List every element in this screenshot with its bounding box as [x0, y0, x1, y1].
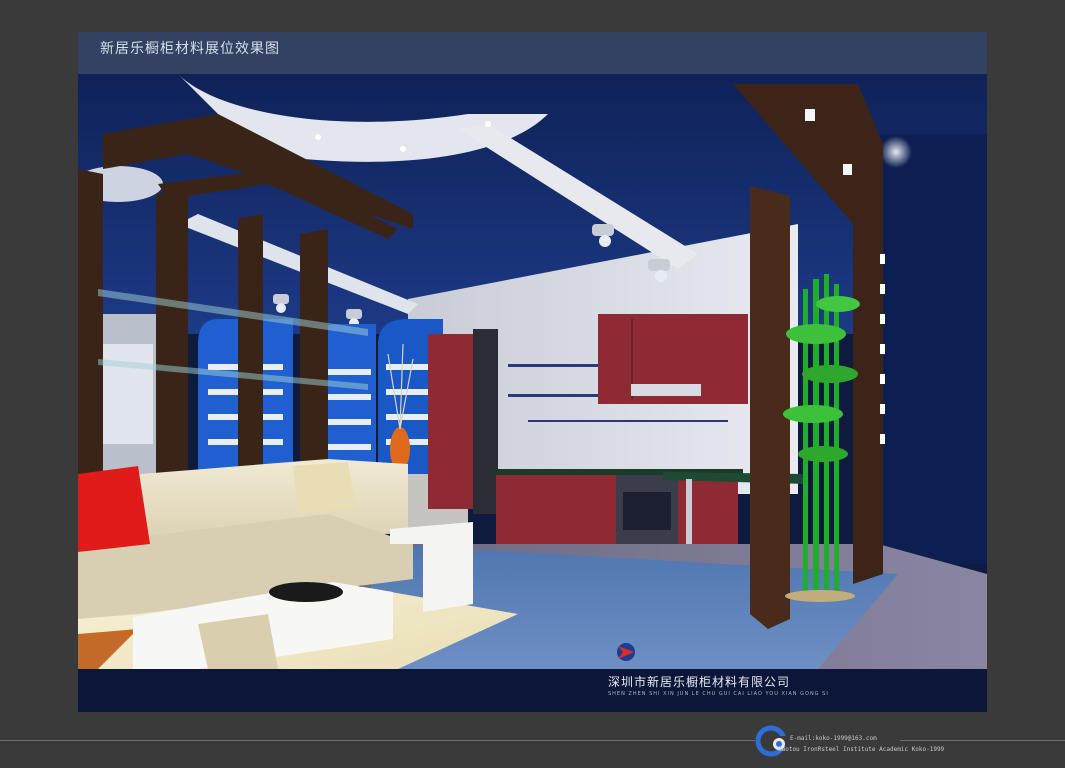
- tall-red-cabinet: [428, 334, 473, 509]
- downlight: [485, 121, 491, 127]
- fridge-column: [473, 329, 498, 514]
- booth-render-scene: [78, 74, 987, 669]
- wall-light: [843, 164, 852, 175]
- range-hood: [631, 384, 701, 396]
- footer-email: E-mail:koko-1999@163.com: [790, 735, 877, 742]
- wooden-column: [750, 186, 790, 629]
- company-band: 深圳市新居乐橱柜材料有限公司 SHEN ZHEN SHI XIN JUN LE …: [78, 669, 987, 712]
- title-band: 新居乐橱柜材料展位效果图: [78, 32, 987, 74]
- render-frame: 新居乐橱柜材料展位效果图 深圳市新居乐橱柜材料有限公司 SHEN ZHEN SH…: [78, 32, 987, 712]
- footer-divider-left: [0, 740, 755, 741]
- lens-flare: [880, 136, 912, 168]
- planter-pebbles: [785, 590, 855, 602]
- open-shelf: [508, 394, 598, 397]
- downlight: [315, 134, 321, 140]
- right-backdrop: [878, 134, 987, 564]
- footer-divider-right: [900, 740, 1065, 741]
- beige-cushion: [293, 462, 356, 514]
- decorative-bowl: [269, 582, 343, 602]
- marble-sample: [98, 344, 153, 444]
- page-title: 新居乐橱柜材料展位效果图: [100, 41, 280, 57]
- open-shelf: [508, 364, 598, 367]
- booth-logo-icon: [617, 643, 635, 661]
- company-name-cn: 深圳市新居乐橱柜材料有限公司: [608, 675, 791, 689]
- downlight: [400, 146, 406, 152]
- wall-rail: [528, 420, 728, 422]
- footer-institute: Baotou IronRsteel Institute Academic Kok…: [778, 746, 945, 753]
- company-name-pinyin: SHEN ZHEN SHI XIN JUN LE CHU GUI CAI LIA…: [608, 691, 829, 697]
- red-cushion: [78, 466, 150, 552]
- wall-light: [805, 109, 815, 121]
- base-cabinets: [496, 475, 616, 545]
